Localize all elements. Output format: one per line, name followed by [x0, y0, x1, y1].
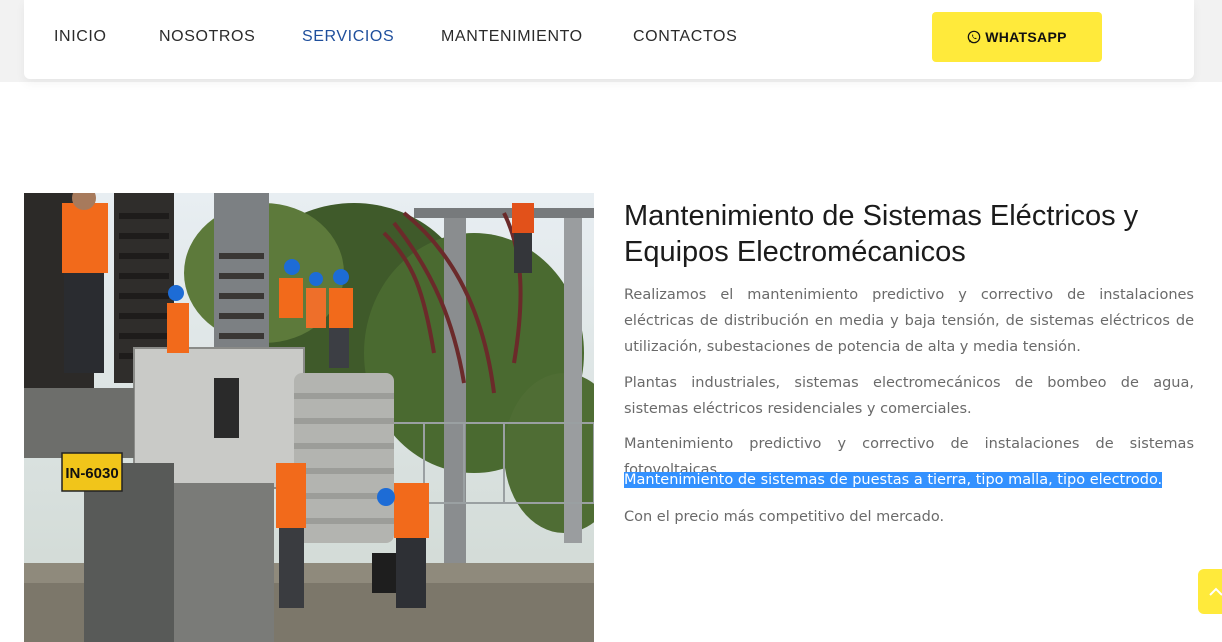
substation-maintenance-photo: IN-6030 — [24, 193, 594, 642]
nav-item-mantenimiento[interactable]: MANTENIMIENTO — [441, 28, 583, 46]
page-title: Mantenimiento de Sistemas Eléctricos y E… — [624, 200, 1139, 268]
service-paragraph: Realizamos el mantenimiento predictivo y… — [624, 287, 1194, 355]
service-paragraph-selected: Mantenimiento de sistemas de puestas a t… — [624, 467, 1194, 493]
equipment-tag-label: IN-6030 — [65, 465, 118, 482]
nav-item-inicio[interactable]: INICIO — [54, 28, 107, 46]
chevron-up-icon — [1209, 587, 1222, 596]
whatsapp-icon — [967, 30, 981, 44]
service-paragraph: Plantas industriales, sistemas electrome… — [624, 375, 1194, 417]
main-navbar: INICIO NOSOTROS SERVICIOS MANTENIMIENTO … — [24, 0, 1194, 79]
scroll-to-top-button[interactable] — [1198, 569, 1222, 614]
whatsapp-button[interactable]: WHATSAPP — [932, 12, 1102, 62]
photo-illustration: IN-6030 — [24, 193, 594, 642]
nav-item-contactos[interactable]: CONTACTOS — [633, 28, 737, 46]
service-paragraph: Con el precio más competitivo del mercad… — [624, 509, 945, 525]
nav-item-servicios[interactable]: SERVICIOS — [302, 28, 394, 46]
nav-item-nosotros[interactable]: NOSOTROS — [159, 28, 255, 46]
selected-text: Mantenimiento de sistemas de puestas a t… — [624, 472, 1163, 488]
whatsapp-button-label: WHATSAPP — [985, 29, 1067, 45]
